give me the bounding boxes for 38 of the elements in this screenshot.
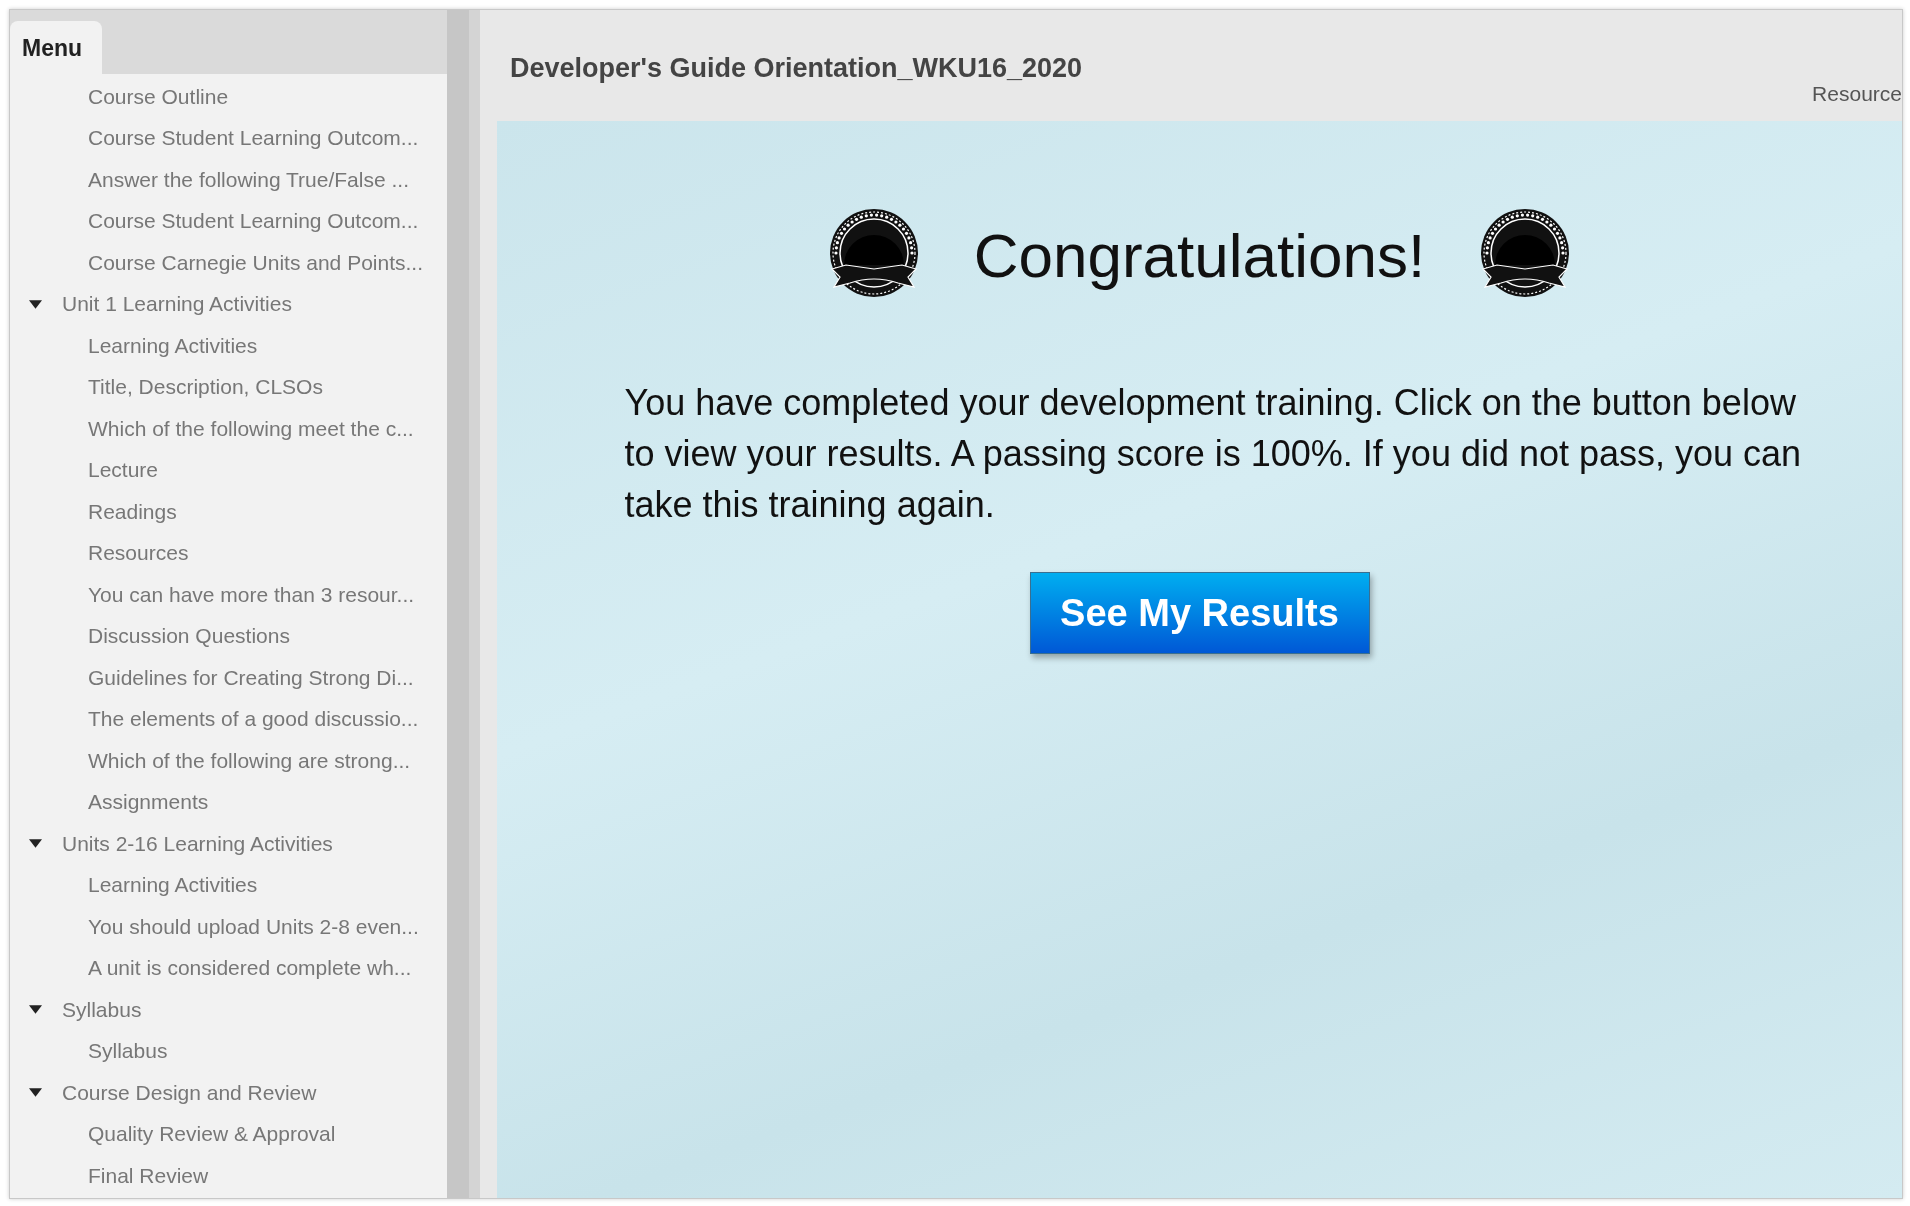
menu-item[interactable]: Final Review (88, 1163, 209, 1188)
menu-item[interactable]: Course Carnegie Units and Points... (88, 250, 423, 275)
menu-section[interactable]: Syllabus (62, 997, 142, 1022)
menu-section[interactable]: Course Design and Review (62, 1080, 317, 1105)
menu-item[interactable]: Learning Activities (88, 333, 258, 358)
menu-item[interactable]: Readings (88, 499, 177, 524)
menu-item[interactable]: A unit is considered complete wh... (88, 956, 412, 981)
caret-icon[interactable] (29, 839, 42, 849)
scrollbar[interactable] (447, 10, 480, 1198)
menu-item[interactable]: Lecture (88, 458, 159, 483)
menu-item[interactable]: You should upload Units 2-8 even... (88, 914, 419, 939)
see-results-button[interactable]: See My Results (1029, 572, 1370, 654)
slide-message: You have completed your development training. Click on the button below to view your results. A passing score is 100%. If you did not pass, you can take this training again. (624, 381, 1803, 527)
menu-item[interactable]: You can have more than 3 resour... (88, 582, 415, 607)
menu-item[interactable]: Title, Description, CLSOs (88, 375, 323, 400)
slide-heading: Congratulations! (973, 219, 1426, 291)
menu-item[interactable]: Answer the following True/False ... (88, 167, 409, 192)
menu-item[interactable]: Assignments (88, 790, 209, 815)
menu-item[interactable]: Resources (88, 541, 189, 566)
course-title: Developer's Guide Orientation_WKU16_2020 (510, 52, 1084, 84)
menu-tab[interactable]: Menu (10, 21, 103, 74)
menu-item[interactable]: Guidelines for Creating Strong Di... (88, 665, 414, 690)
menu-item[interactable]: Course Student Learning Outcom... (88, 126, 419, 151)
menu-item[interactable]: Course Student Learning Outcom... (88, 209, 419, 234)
menu-item[interactable]: The elements of a good discussio... (88, 707, 419, 732)
menu-section[interactable]: Units 2-16 Learning Activities (62, 831, 333, 856)
caret-icon[interactable] (29, 1005, 42, 1015)
menu-item[interactable]: Course Outline (88, 84, 229, 109)
menu-section[interactable]: Unit 1 Learning Activities (62, 292, 292, 317)
menu-item[interactable]: Discussion Questions (88, 624, 290, 649)
menu-item[interactable]: Syllabus (88, 1039, 168, 1064)
menu-item[interactable]: Quality Review & Approval (88, 1122, 336, 1147)
menu-item[interactable]: Learning Activities (88, 873, 258, 898)
caret-icon[interactable] (29, 1088, 42, 1098)
menu-item[interactable]: Which of the following are strong... (88, 748, 411, 773)
caret-icon[interactable] (29, 299, 42, 309)
resources-link[interactable]: Resource (1812, 82, 1902, 106)
menu-item[interactable]: Which of the following meet the c... (88, 416, 414, 441)
